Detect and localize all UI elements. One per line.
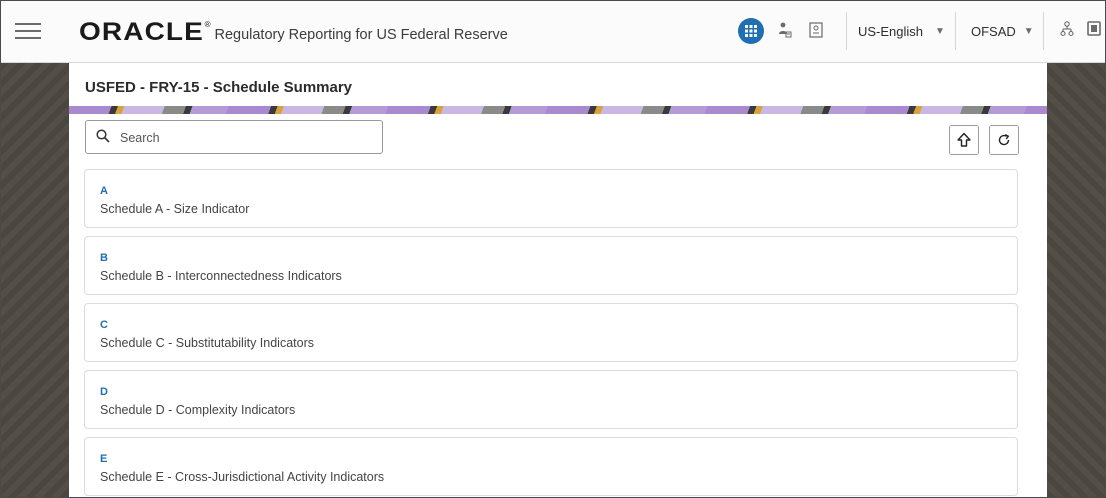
menu-icon[interactable] (15, 23, 41, 41)
header-divider (955, 12, 956, 50)
header-divider (846, 12, 847, 50)
schedule-label: Schedule A - Size Indicator (100, 202, 250, 216)
registered-mark: ® (204, 20, 211, 29)
search-box[interactable] (85, 120, 383, 154)
header-divider (1043, 12, 1044, 50)
schedule-code: B (100, 252, 108, 264)
search-icon (96, 129, 110, 143)
language-value: US-English (858, 23, 924, 39)
user-name: OFSAD (971, 23, 1016, 39)
chevron-down-icon: ▼ (935, 25, 945, 37)
schedule-label: Schedule D - Complexity Indicators (100, 403, 296, 417)
schedule-code: C (100, 319, 108, 331)
person-icon[interactable] (778, 22, 792, 43)
arrow-up-icon (957, 132, 971, 147)
id-card-icon[interactable] (809, 22, 823, 43)
refresh-button[interactable] (989, 125, 1019, 155)
oracle-logo: ORACLE ® Regulatory Reporting for US Fed… (79, 20, 508, 45)
schedule-label: Schedule E - Cross-Jurisdictional Activi… (100, 470, 385, 484)
schedule-card-e[interactable]: E Schedule E - Cross-Jurisdictional Acti… (84, 437, 1018, 496)
user-select[interactable]: OFSAD ▼ (971, 18, 1034, 44)
chevron-down-icon: ▼ (1023, 25, 1034, 37)
decorative-banner (69, 106, 1047, 114)
app-title: Regulatory Reporting for US Federal Rese… (214, 27, 508, 43)
search-input[interactable] (118, 127, 372, 149)
schedule-code: D (100, 386, 108, 398)
schedule-label: Schedule C - Substitutability Indicators (100, 336, 314, 350)
schedule-card-c[interactable]: C Schedule C - Substitutability Indicato… (84, 303, 1018, 362)
language-select[interactable]: US-English ▼ (858, 18, 945, 44)
schedule-code: E (100, 453, 108, 465)
right-background-band (1047, 63, 1105, 497)
document-icon[interactable] (1087, 21, 1101, 42)
schedule-card-b[interactable]: B Schedule B - Interconnectedness Indica… (84, 236, 1018, 295)
page-title: USFED - FRY-15 - Schedule Summary (85, 79, 353, 96)
brand-name: ORACLE (79, 18, 204, 46)
move-up-button[interactable] (949, 125, 979, 155)
schedule-summary-panel: USFED - FRY-15 - Schedule Summary A Sche (69, 63, 1047, 497)
schedule-card-d[interactable]: D Schedule D - Complexity Indicators (84, 370, 1018, 429)
left-background-band (1, 63, 69, 497)
tree-icon[interactable] (1060, 21, 1074, 42)
schedule-list: A Schedule A - Size Indicator B Schedule… (84, 169, 1018, 497)
top-header: ORACLE ® Regulatory Reporting for US Fed… (1, 1, 1105, 63)
refresh-icon (998, 133, 1010, 146)
apps-grid-icon[interactable] (738, 18, 764, 44)
schedule-card-a[interactable]: A Schedule A - Size Indicator (84, 169, 1018, 228)
app-window: ORACLE ® Regulatory Reporting for US Fed… (0, 0, 1106, 498)
schedule-code: A (100, 185, 108, 197)
schedule-label: Schedule B - Interconnectedness Indicato… (100, 269, 342, 283)
